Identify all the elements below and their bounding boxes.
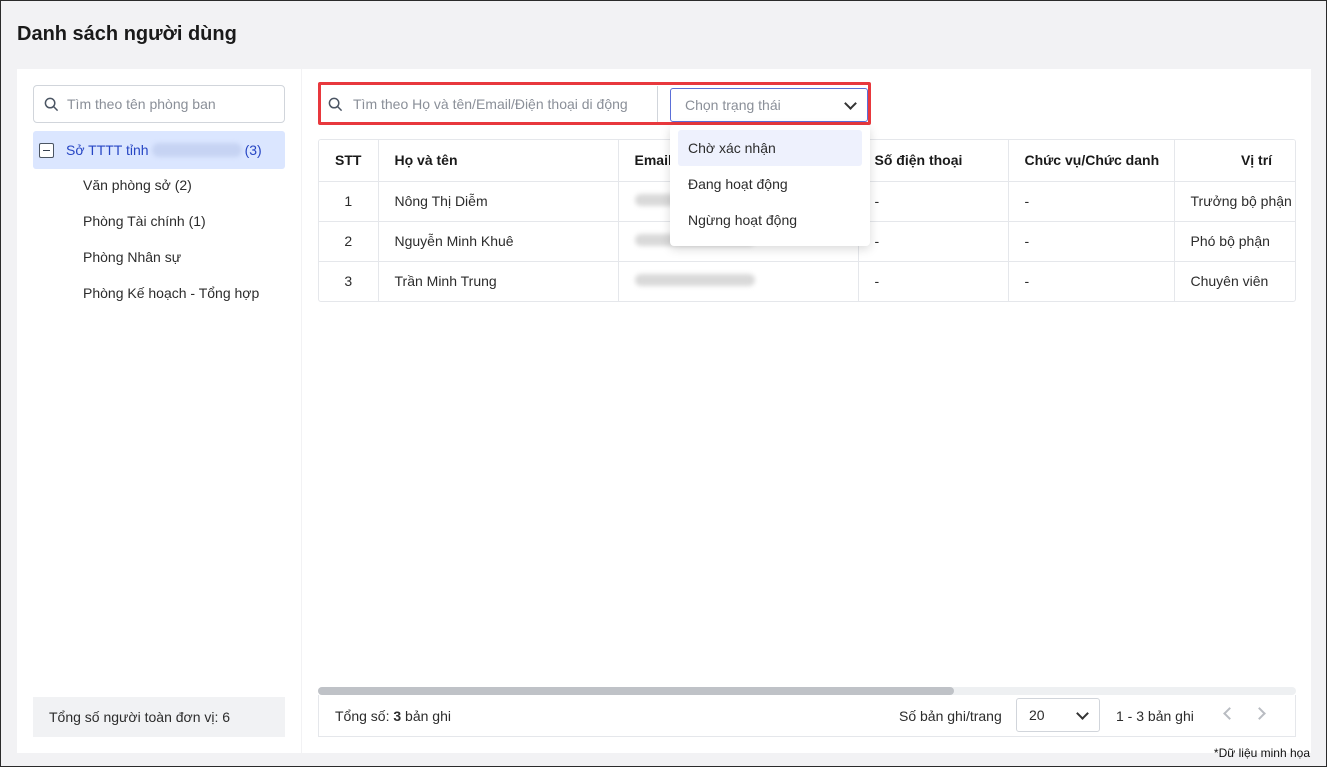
tree-root-label: Sở TTTT tỉnh bbox=[66, 142, 149, 158]
app-window: Danh sách người dùng Sở TTTT tỉnh (3) Vă… bbox=[0, 0, 1327, 767]
per-page-value: 20 bbox=[1029, 707, 1045, 723]
cell-position: Phó bộ phận bbox=[1174, 221, 1295, 262]
cell-email bbox=[618, 261, 859, 301]
per-page-select[interactable]: 20 bbox=[1016, 698, 1100, 732]
department-search-input[interactable] bbox=[67, 96, 267, 112]
cell-stt: 3 bbox=[319, 261, 379, 301]
cell-stt: 1 bbox=[319, 181, 379, 222]
redacted-email bbox=[634, 274, 755, 286]
chevron-down-icon bbox=[1076, 707, 1089, 720]
department-search[interactable] bbox=[33, 85, 285, 123]
collapse-icon[interactable] bbox=[39, 142, 54, 158]
tree-item-van-phong-so[interactable]: Văn phòng sở (2) bbox=[83, 177, 192, 193]
status-option-pending[interactable]: Chờ xác nhận bbox=[678, 130, 862, 166]
status-option-inactive[interactable]: Ngừng hoạt động bbox=[678, 202, 862, 238]
per-page-label: Số bản ghi/trang bbox=[899, 708, 1002, 724]
user-search-input[interactable] bbox=[353, 96, 643, 112]
cell-phone: - bbox=[858, 181, 1009, 222]
record-range: 1 - 3 bản ghi bbox=[1116, 708, 1194, 724]
search-icon bbox=[328, 97, 343, 111]
total-users-summary: Tổng số người toàn đơn vị: 6 bbox=[33, 697, 285, 737]
user-search[interactable] bbox=[322, 86, 658, 122]
tree-item-phong-ke-hoach[interactable]: Phòng Kế hoạch - Tổng hợp bbox=[83, 285, 259, 301]
tree-root-node[interactable]: Sở TTTT tỉnh (3) bbox=[33, 131, 285, 169]
column-header-stt: STT bbox=[319, 140, 379, 182]
page-title: Danh sách người dùng bbox=[17, 23, 237, 45]
next-page-icon[interactable] bbox=[1253, 707, 1266, 720]
previous-page-icon[interactable] bbox=[1223, 707, 1236, 720]
status-dropdown-menu: Chờ xác nhận Đang hoạt động Ngừng hoạt đ… bbox=[670, 125, 870, 246]
search-icon bbox=[44, 97, 59, 111]
tree-item-phong-tai-chinh[interactable]: Phòng Tài chính (1) bbox=[83, 213, 206, 229]
total-records: Tổng số: 3 bản ghi bbox=[335, 708, 451, 724]
column-header-position: Vị trí bbox=[1174, 140, 1295, 182]
cell-name: Nông Thị Diễm bbox=[378, 181, 619, 222]
cell-title: - bbox=[1008, 181, 1175, 222]
cell-position: Trưởng bộ phận bbox=[1174, 181, 1295, 222]
column-header-title: Chức vụ/Chức danh bbox=[1008, 140, 1175, 182]
chevron-down-icon bbox=[844, 97, 857, 110]
tree-item-phong-nhan-su[interactable]: Phòng Nhân sự bbox=[83, 249, 181, 265]
user-list-panel: Chọn trạng thái STT Họ và tên Email Số đ… bbox=[302, 69, 1311, 753]
cell-name: Trần Minh Trung bbox=[378, 261, 619, 301]
cell-phone: - bbox=[858, 221, 1009, 262]
status-option-active[interactable]: Đang hoạt động bbox=[678, 166, 862, 202]
status-select[interactable]: Chọn trạng thái bbox=[670, 88, 868, 122]
cell-phone: - bbox=[858, 261, 1009, 301]
redacted-province-name bbox=[151, 143, 242, 157]
cell-position: Chuyên viên bbox=[1174, 261, 1295, 301]
table-row[interactable]: 3 Trần Minh Trung - - Chuyên viên bbox=[319, 261, 1295, 301]
cell-stt: 2 bbox=[319, 221, 379, 262]
illustrative-data-note: *Dữ liệu minh họa bbox=[1213, 746, 1310, 760]
column-header-name: Họ và tên bbox=[378, 140, 619, 182]
cell-name: Nguyễn Minh Khuê bbox=[378, 221, 619, 262]
status-select-placeholder: Chọn trạng thái bbox=[685, 97, 781, 113]
horizontal-scrollbar[interactable] bbox=[318, 687, 1296, 695]
department-panel: Sở TTTT tỉnh (3) Văn phòng sở (2) Phòng … bbox=[17, 69, 301, 753]
table-footer: Tổng số: 3 bản ghi Số bản ghi/trang 20 1… bbox=[318, 695, 1296, 737]
tree-root-count: (3) bbox=[244, 142, 262, 158]
scrollbar-thumb[interactable] bbox=[318, 687, 954, 695]
column-header-phone: Số điện thoại bbox=[858, 140, 1009, 182]
cell-title: - bbox=[1008, 221, 1175, 262]
cell-title: - bbox=[1008, 261, 1175, 301]
